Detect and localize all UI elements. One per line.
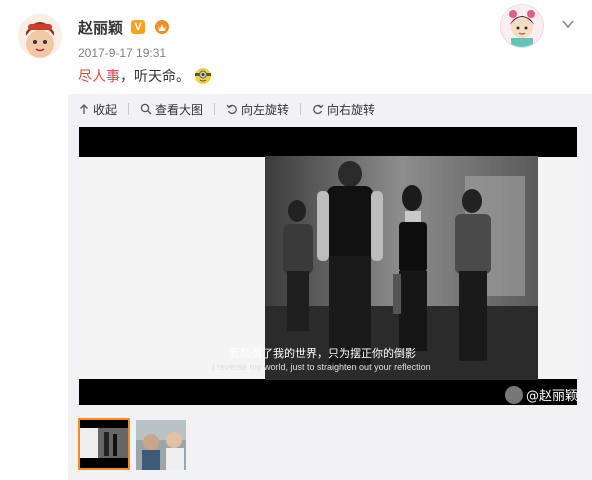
view-large-label: 查看大图: [155, 102, 204, 117]
rotate-right-button[interactable]: 向右旋转: [312, 101, 375, 118]
watermark-avatar-icon: [505, 385, 523, 404]
rotate-left-icon: [226, 104, 237, 115]
watermark-text: @赵丽颖: [526, 389, 579, 404]
thumbnail-1-selected[interactable]: [78, 418, 130, 470]
rotate-left-label: 向左旋转: [241, 102, 290, 117]
cartoon-avatar-illustration: [501, 5, 543, 47]
rotate-left-button[interactable]: 向左旋转: [226, 101, 289, 118]
toolbar-divider: [214, 103, 216, 115]
minion-emoji-icon: [195, 68, 211, 84]
collapse-button[interactable]: 收起: [78, 101, 117, 118]
image-watermark: @赵丽颖: [505, 385, 578, 404]
verified-badge[interactable]: V: [131, 20, 146, 34]
post-timestamp[interactable]: 2017-9-17 19:31: [78, 46, 166, 60]
chevron-down-icon[interactable]: [560, 16, 576, 32]
user-avatar[interactable]: [18, 14, 62, 58]
username-link[interactable]: 赵丽颖: [78, 17, 123, 38]
collapse-label: 收起: [93, 102, 118, 117]
post-text-highlight[interactable]: 尽人事: [78, 66, 120, 86]
subtitle-chinese: 我颠倒了我的世界，只为摆正你的倒影: [229, 347, 416, 360]
vip-member-icon[interactable]: [153, 19, 171, 35]
arrow-up-icon: [80, 104, 88, 114]
rotate-right-label: 向右旋转: [327, 102, 376, 117]
media-toolbar: 收起 查看大图 向左旋转 向右旋转: [78, 99, 375, 119]
post-text: 尽人事 ，听天命。: [78, 66, 212, 86]
toolbar-divider: [128, 103, 130, 115]
thumbnail-1-image: [80, 420, 128, 468]
rotate-right-icon: [313, 104, 324, 115]
avatar-illustration: [18, 14, 62, 58]
post-header: 赵丽颖 V: [78, 16, 171, 38]
toolbar-divider: [300, 103, 302, 115]
view-large-button[interactable]: 查看大图: [140, 101, 203, 118]
thumbnail-2[interactable]: [136, 420, 186, 470]
magnifier-icon: [140, 103, 152, 115]
current-user-avatar[interactable]: [500, 4, 544, 48]
post-text-rest: ，听天命。: [120, 69, 190, 85]
thumbnail-2-image: [136, 420, 186, 470]
subtitle-english: I reverse my world, just to straighten o…: [212, 362, 431, 372]
